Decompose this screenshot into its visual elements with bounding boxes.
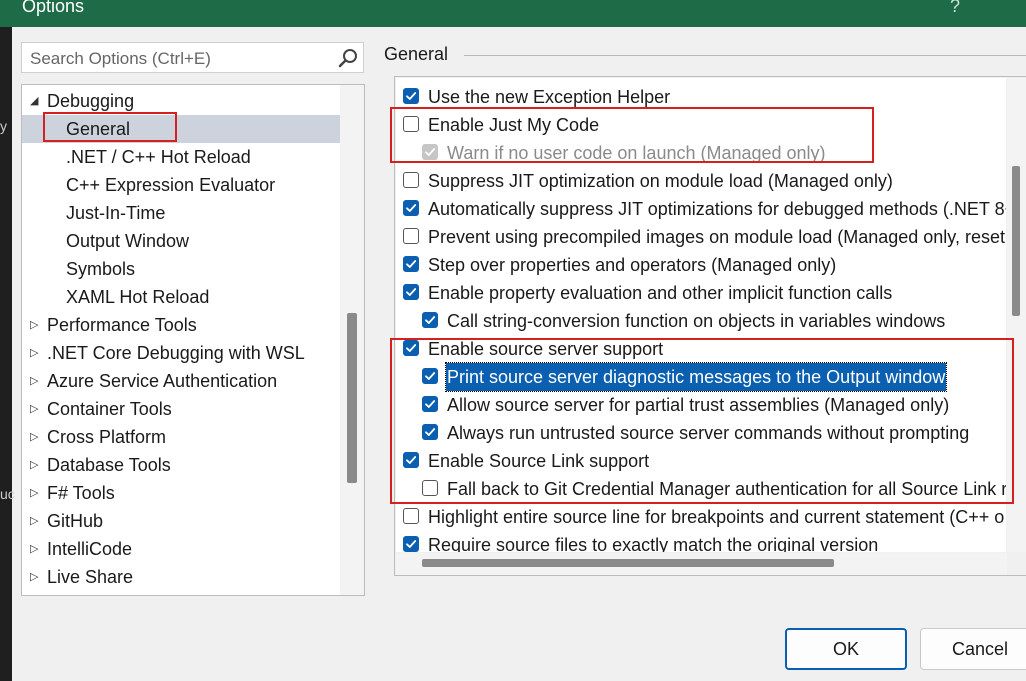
annotation-highlight-source-server xyxy=(390,338,1014,504)
tree-item[interactable]: Just-In-Time xyxy=(22,199,340,227)
tree-item-label: F# Tools xyxy=(47,483,115,503)
tree-item-label: Cross Platform xyxy=(47,427,167,447)
checkbox-unchecked[interactable] xyxy=(403,508,419,524)
tree-item-label: Azure Service Authentication xyxy=(47,371,278,391)
tree-item[interactable]: .NET / C++ Hot Reload xyxy=(22,143,340,171)
option-label: Call string-conversion function on objec… xyxy=(447,311,946,331)
tree-item-label: .NET / C++ Hot Reload xyxy=(66,147,251,167)
tree-item[interactable]: ▷ Azure Service Authentication xyxy=(22,367,340,395)
tree-item[interactable]: ▷ Container Tools xyxy=(22,395,340,423)
checkbox-checked[interactable] xyxy=(403,284,419,300)
options-vertical-scrollbar-thumb[interactable] xyxy=(1012,166,1020,316)
search-icon[interactable] xyxy=(337,47,359,69)
tree-item-label: Container Tools xyxy=(47,399,172,419)
tree-item[interactable]: ▷ GitHub xyxy=(22,507,340,535)
tree-item-label: GitHub xyxy=(47,511,104,531)
collapsed-arrow-icon[interactable]: ▷ xyxy=(30,395,38,423)
expanded-arrow-icon[interactable]: ◢ xyxy=(30,87,38,115)
tree-item-label: Live Share xyxy=(47,567,134,587)
ok-button[interactable]: OK xyxy=(785,628,907,670)
tree-item[interactable]: XAML Hot Reload xyxy=(22,283,340,311)
options-horizontal-scrollbar-thumb[interactable] xyxy=(422,559,834,567)
tree-item[interactable]: ▷ F# Tools xyxy=(22,479,340,507)
collapsed-arrow-icon[interactable]: ▷ xyxy=(30,451,38,479)
checkbox-checked[interactable] xyxy=(422,312,438,328)
tree-item-label: Just-In-Time xyxy=(66,203,166,223)
option-label: Step over properties and operators (Mana… xyxy=(428,255,837,275)
tree-item[interactable]: ▷ Live Share xyxy=(22,563,340,591)
tree-item[interactable]: ▷ .NET Core Debugging with WSL xyxy=(22,339,340,367)
tree-item-label: Output Window xyxy=(66,231,190,251)
help-button[interactable]: ? xyxy=(950,0,960,17)
collapsed-arrow-icon[interactable]: ▷ xyxy=(30,311,38,339)
tree-item-label: .NET Core Debugging with WSL xyxy=(47,343,305,363)
checkbox-checked[interactable] xyxy=(403,200,419,216)
title-bar: Options ? xyxy=(0,0,1026,27)
background-window-strip: ▼ y uc xyxy=(0,0,15,681)
option-label: Require source files to exactly match th… xyxy=(428,535,879,552)
option-label: Suppress JIT optimization on module load… xyxy=(428,171,893,191)
tree-item[interactable]: ▷ IntelliCode xyxy=(22,535,340,563)
tree-item-label: IntelliCode xyxy=(47,539,133,559)
tree-item-label: Database Tools xyxy=(47,455,171,475)
tree-item-label: Symbols xyxy=(66,259,136,279)
tree-item-label: Performance Tools xyxy=(47,315,197,335)
search-box xyxy=(21,42,364,73)
checkbox-unchecked[interactable] xyxy=(403,172,419,188)
collapsed-arrow-icon[interactable]: ▷ xyxy=(30,339,38,367)
tree-item-label: Debugging xyxy=(47,91,135,111)
tree-scrollbar-thumb[interactable] xyxy=(347,313,357,483)
options-tree: ◢ Debugging General .NET / C++ Hot Reload C+… xyxy=(21,84,365,596)
checkbox-checked[interactable] xyxy=(403,536,419,552)
collapsed-arrow-icon[interactable]: ▷ xyxy=(30,563,38,591)
collapsed-arrow-icon[interactable]: ▷ xyxy=(30,367,38,395)
collapsed-arrow-icon[interactable]: ▷ xyxy=(30,423,38,451)
background-fragment: y xyxy=(0,118,7,134)
checkbox-unchecked[interactable] xyxy=(403,228,419,244)
tree-item[interactable]: ▷ Database Tools xyxy=(22,451,340,479)
option-label: Enable property evaluation and other imp… xyxy=(428,283,893,303)
option-label: Automatically suppress JIT optimizations… xyxy=(428,199,1006,219)
checkbox-checked[interactable] xyxy=(403,88,419,104)
collapsed-arrow-icon[interactable]: ▷ xyxy=(30,507,38,535)
annotation-highlight-just-my-code xyxy=(390,107,874,163)
tree-item-label: C++ Expression Evaluator xyxy=(66,175,276,195)
option-label: Prevent using precompiled images on modu… xyxy=(428,227,1005,247)
tree-item[interactable]: ▷ Performance Tools xyxy=(22,311,340,339)
annotation-highlight-general xyxy=(43,112,177,142)
collapsed-arrow-icon[interactable]: ▷ xyxy=(30,535,38,563)
group-title: General xyxy=(384,44,449,64)
options-horizontal-scrollbar[interactable] xyxy=(396,553,1007,575)
window-title: Options xyxy=(22,0,85,16)
tree-scrollbar[interactable] xyxy=(340,85,364,595)
checkbox-checked[interactable] xyxy=(403,256,419,272)
group-divider xyxy=(464,55,1026,56)
tree-item[interactable]: ◢ Debugging xyxy=(22,87,340,115)
tree-item-label: XAML Hot Reload xyxy=(66,287,210,307)
option-label: Highlight entire source line for breakpo… xyxy=(428,507,1005,527)
cancel-button[interactable]: Cancel xyxy=(920,628,1026,670)
background-fragment: uc xyxy=(0,486,15,502)
search-input[interactable] xyxy=(28,47,332,71)
tree-item[interactable]: ▷ Cross Platform xyxy=(22,423,340,451)
collapsed-arrow-icon[interactable]: ▷ xyxy=(30,479,38,507)
tree-item[interactable]: Output Window xyxy=(22,227,340,255)
tree-item[interactable]: Symbols xyxy=(22,255,340,283)
tree-item[interactable]: C++ Expression Evaluator xyxy=(22,171,340,199)
